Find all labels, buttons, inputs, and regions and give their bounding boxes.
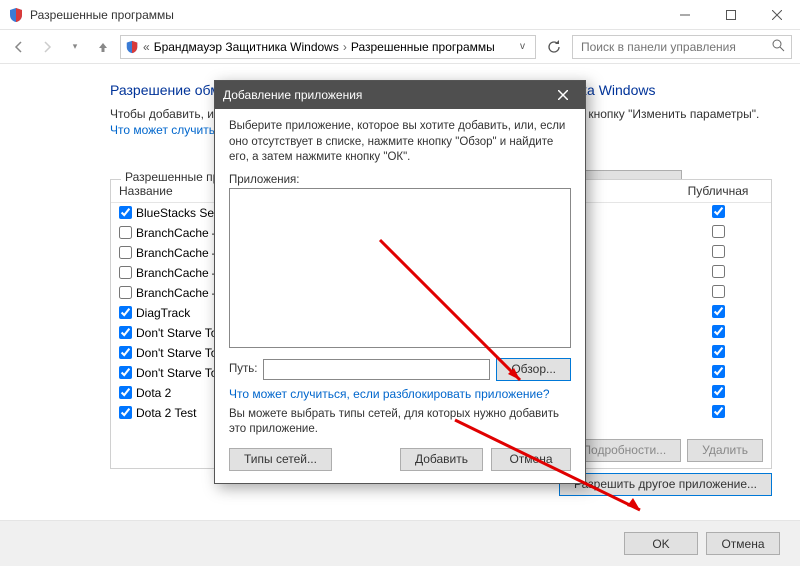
public-checkbox[interactable]	[712, 245, 725, 258]
dialog-body: Выберите приложение, которое вы хотите д…	[215, 109, 585, 483]
net-types-desc: Вы можете выбрать типы сетей, для которы…	[229, 407, 571, 438]
nav-bar: ▾ « Брандмауэр Защитника Windows › Разре…	[0, 30, 800, 64]
recent-dropdown[interactable]: ▾	[64, 36, 86, 58]
crumb-firewall[interactable]: Брандмауэр Защитника Windows	[154, 40, 339, 54]
chevron-right-icon: ›	[343, 40, 347, 54]
public-checkbox[interactable]	[712, 385, 725, 398]
window-title: Разрешенные программы	[30, 8, 662, 22]
browse-button[interactable]: Обзор...	[496, 358, 571, 381]
back-button[interactable]	[8, 36, 30, 58]
network-types-button[interactable]: Типы сетей...	[229, 448, 332, 471]
path-label: Путь:	[229, 363, 257, 375]
search-box[interactable]	[572, 35, 792, 59]
add-button[interactable]: Добавить	[400, 448, 483, 471]
path-input[interactable]	[263, 359, 490, 380]
app-checkbox[interactable]	[119, 406, 132, 419]
shield-icon	[8, 7, 24, 23]
public-checkbox[interactable]	[712, 325, 725, 338]
app-name: Dota 2 Test	[136, 406, 196, 420]
public-checkbox[interactable]	[712, 345, 725, 358]
maximize-button[interactable]	[708, 0, 754, 30]
close-button[interactable]	[754, 0, 800, 30]
allow-another-app-button[interactable]: Разрешить другое приложение...	[559, 473, 772, 496]
shield-icon	[125, 40, 139, 54]
app-checkbox[interactable]	[119, 206, 132, 219]
dialog-button-row: Типы сетей... Добавить Отмена	[229, 448, 571, 471]
path-row: Путь: Обзор...	[229, 358, 571, 381]
forward-button[interactable]	[36, 36, 58, 58]
add-app-dialog: Добавление приложения Выберите приложени…	[214, 80, 586, 484]
apps-listbox[interactable]	[229, 188, 571, 348]
public-checkbox[interactable]	[712, 285, 725, 298]
crumb-allowed[interactable]: Разрешенные программы	[351, 40, 495, 54]
app-checkbox[interactable]	[119, 266, 132, 279]
search-icon	[772, 39, 785, 55]
dialog-instruction: Выберите приложение, которое вы хотите д…	[229, 119, 571, 166]
delete-button[interactable]: Удалить	[687, 439, 763, 462]
dialog-close-button[interactable]	[549, 81, 577, 109]
app-checkbox[interactable]	[119, 246, 132, 259]
dialog-risk-link[interactable]: Что может случиться, если разблокировать…	[229, 387, 550, 401]
window-controls	[662, 0, 800, 30]
public-checkbox[interactable]	[712, 305, 725, 318]
app-checkbox[interactable]	[119, 346, 132, 359]
chevron-down-icon[interactable]: v	[520, 41, 531, 52]
app-checkbox[interactable]	[119, 286, 132, 299]
apps-label: Приложения:	[229, 174, 571, 186]
minimize-button[interactable]	[662, 0, 708, 30]
app-checkbox[interactable]	[119, 226, 132, 239]
up-button[interactable]	[92, 36, 114, 58]
breadcrumb-bar[interactable]: « Брандмауэр Защитника Windows › Разреше…	[120, 35, 536, 59]
app-name: DiagTrack	[136, 306, 190, 320]
dialog-cancel-button[interactable]: Отмена	[491, 448, 571, 471]
ok-button[interactable]: OK	[624, 532, 698, 555]
public-checkbox[interactable]	[712, 265, 725, 278]
public-checkbox[interactable]	[712, 205, 725, 218]
dialog-titlebar[interactable]: Добавление приложения	[215, 81, 585, 109]
public-checkbox[interactable]	[712, 405, 725, 418]
cancel-button[interactable]: Отмена	[706, 532, 780, 555]
footer-buttons: OK Отмена	[0, 520, 800, 566]
dialog-title: Добавление приложения	[223, 88, 362, 102]
app-checkbox[interactable]	[119, 386, 132, 399]
col-public[interactable]: Публичная	[673, 184, 763, 198]
public-checkbox[interactable]	[712, 225, 725, 238]
public-checkbox[interactable]	[712, 365, 725, 378]
app-checkbox[interactable]	[119, 366, 132, 379]
app-checkbox[interactable]	[119, 326, 132, 339]
window-titlebar: Разрешенные программы	[0, 0, 800, 30]
refresh-button[interactable]	[542, 35, 566, 59]
app-checkbox[interactable]	[119, 306, 132, 319]
app-name: Dota 2	[136, 386, 171, 400]
search-input[interactable]	[579, 39, 785, 55]
